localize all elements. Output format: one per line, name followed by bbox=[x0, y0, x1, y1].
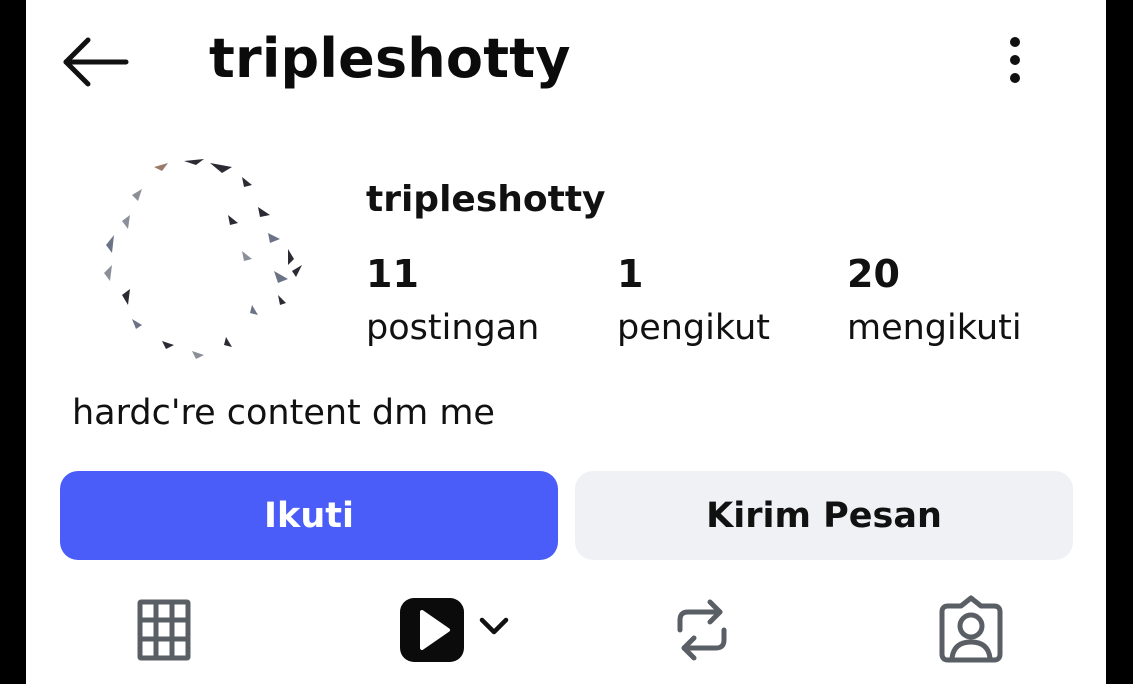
tab-posts-grid[interactable] bbox=[132, 590, 196, 670]
stat-following-value: 20 bbox=[847, 252, 900, 296]
stat-posts[interactable]: 11 postingan bbox=[366, 250, 539, 352]
tagged-person-icon bbox=[939, 595, 1003, 663]
stat-followers-label: pengikut bbox=[617, 308, 770, 348]
more-options-button[interactable] bbox=[994, 34, 1036, 86]
stat-followers[interactable]: 1 pengikut bbox=[617, 250, 770, 352]
chevron-down-icon bbox=[479, 617, 509, 635]
stat-following-label: mengikuti bbox=[847, 308, 1022, 348]
follow-button[interactable]: Ikuti bbox=[60, 471, 558, 560]
reposts-icon bbox=[677, 599, 727, 661]
tab-reels[interactable] bbox=[396, 590, 516, 670]
send-message-button[interactable]: Kirim Pesan bbox=[575, 471, 1073, 560]
avatar[interactable] bbox=[92, 155, 302, 365]
tab-reposts[interactable] bbox=[670, 590, 734, 670]
grid-icon bbox=[137, 599, 191, 661]
page-title: tripleshotty bbox=[209, 27, 571, 90]
profile-name: tripleshotty bbox=[366, 179, 606, 220]
stat-posts-value: 11 bbox=[366, 252, 419, 296]
more-vertical-icon bbox=[1010, 37, 1020, 83]
profile-bio: hardc're content dm me bbox=[72, 393, 495, 433]
reels-play-icon bbox=[400, 598, 464, 662]
back-button[interactable] bbox=[60, 30, 130, 94]
stat-posts-label: postingan bbox=[366, 308, 540, 348]
stat-following[interactable]: 20 mengikuti bbox=[847, 250, 1022, 352]
stat-followers-value: 1 bbox=[617, 252, 644, 296]
arrow-left-icon bbox=[63, 37, 129, 87]
tab-tagged[interactable] bbox=[936, 590, 1006, 670]
profile-screen: tripleshotty tripleshotty 11 postingan 1… bbox=[26, 0, 1106, 684]
